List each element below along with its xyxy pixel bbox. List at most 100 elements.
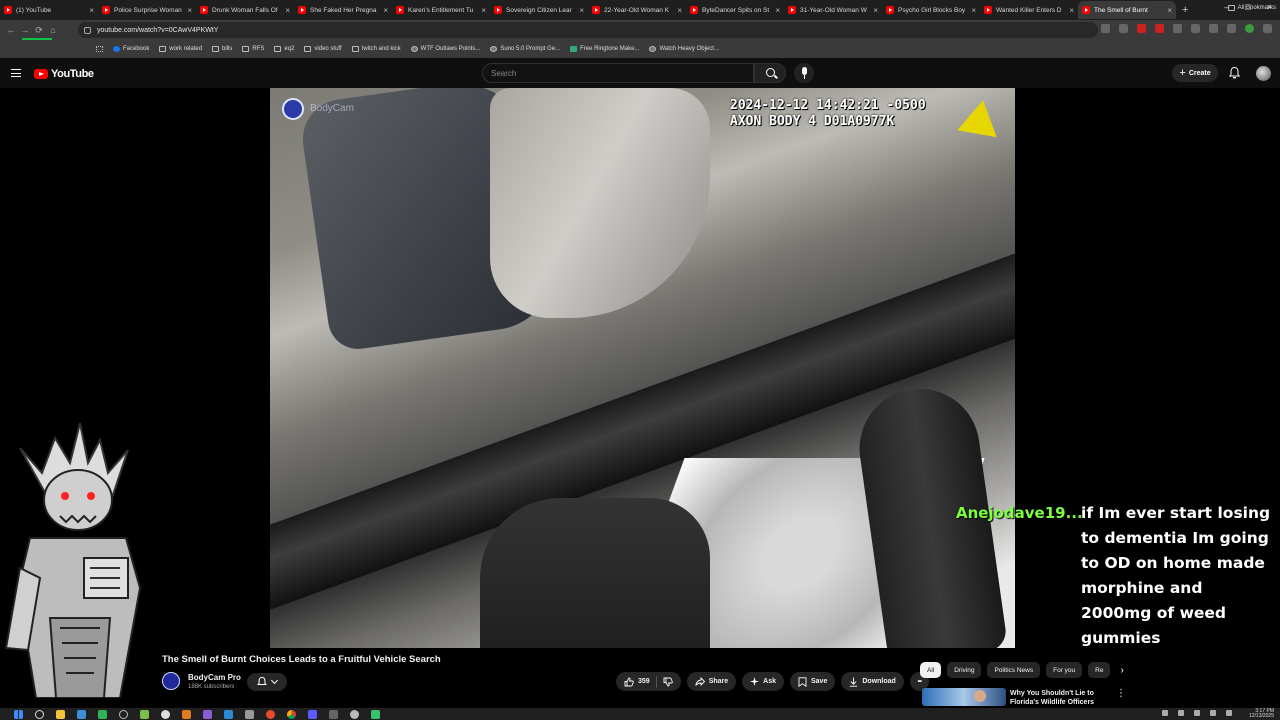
close-tab-icon[interactable]: × xyxy=(481,6,486,15)
browser-tab[interactable]: ByteDancer Spits on St × xyxy=(686,1,784,19)
filter-chip[interactable]: Re xyxy=(1088,662,1111,678)
network-icon[interactable] xyxy=(1210,710,1216,716)
bookmark-item[interactable]: Free Ringtone Make... xyxy=(570,46,639,52)
app-icon[interactable] xyxy=(224,709,233,719)
search-icon[interactable] xyxy=(35,709,44,719)
browser-tab[interactable]: The Smell of Burnt × xyxy=(1078,1,1176,19)
search-box[interactable] xyxy=(482,63,754,83)
search-button[interactable] xyxy=(754,63,786,83)
download-button[interactable]: Download xyxy=(841,672,904,691)
tray-icon[interactable] xyxy=(1178,710,1184,716)
system-clock[interactable]: 3:17 PM 12/13/2025 xyxy=(1249,709,1274,719)
recommended-video-title[interactable]: Why You Shouldn't Lie to Florida's Wildl… xyxy=(1010,689,1110,707)
app-icon[interactable] xyxy=(245,709,254,719)
bookmark-item[interactable]: Suno 5.0 Prompt Ge... xyxy=(490,46,560,52)
app-icon[interactable] xyxy=(350,709,359,719)
tab-search-icon[interactable] xyxy=(1227,24,1236,33)
guide-menu-icon[interactable] xyxy=(11,69,21,77)
extension-icon[interactable] xyxy=(1173,24,1182,33)
close-tab-icon[interactable]: × xyxy=(775,6,780,15)
bookmark-item[interactable]: Watch Heavy Object... xyxy=(649,46,719,52)
bookmark-item[interactable]: eq2 xyxy=(274,46,294,52)
browser-tab[interactable]: Psycho Girl Blocks Boy × xyxy=(882,1,980,19)
site-info-icon[interactable] xyxy=(84,26,91,34)
bookmark-star-icon[interactable] xyxy=(1119,24,1128,33)
chevron-right-icon[interactable]: › xyxy=(1120,665,1123,676)
url-text[interactable]: youtube.com/watch?v=0CAwV4PKWtY xyxy=(97,27,218,34)
home-button[interactable]: ⌂ xyxy=(46,25,60,35)
browser-tab[interactable]: 31-Year-Old Woman W × xyxy=(784,1,882,19)
app-icon[interactable] xyxy=(371,709,380,719)
filter-chip[interactable]: Politics News xyxy=(987,662,1041,678)
app-icon[interactable] xyxy=(266,709,275,719)
share-button[interactable]: Share xyxy=(686,672,737,691)
filter-chip[interactable]: For you xyxy=(1046,662,1083,678)
tray-icon[interactable] xyxy=(1194,710,1200,716)
bookmark-item[interactable]: RFS xyxy=(242,46,264,52)
bookmark-item[interactable]: video stuff xyxy=(304,46,342,52)
settings-icon[interactable] xyxy=(119,709,128,719)
bookmark-item[interactable]: WTF Outlaws Points... xyxy=(410,46,480,52)
extension-icon[interactable] xyxy=(1155,24,1164,33)
filter-chip[interactable]: Driving xyxy=(947,662,982,678)
omnibox[interactable]: youtube.com/watch?v=0CAwV4PKWtY xyxy=(78,22,1098,38)
bookmark-item[interactable]: Facebook xyxy=(113,46,149,52)
extension-icon[interactable] xyxy=(1137,24,1146,33)
app-icon[interactable] xyxy=(203,709,212,719)
like-count[interactable]: 359 xyxy=(638,678,650,685)
bookmark-item[interactable]: twitch and kick xyxy=(351,46,401,52)
channel-avatar[interactable] xyxy=(162,672,180,690)
file-explorer-icon[interactable] xyxy=(56,709,65,719)
subscription-notification-button[interactable] xyxy=(247,673,287,691)
thumbs-down-icon[interactable] xyxy=(663,677,673,687)
tray-icon[interactable] xyxy=(1162,710,1168,716)
browser-tab[interactable]: She Faked Her Pregna × xyxy=(294,1,392,19)
account-avatar[interactable] xyxy=(1256,66,1271,81)
back-button[interactable]: ← xyxy=(4,25,18,35)
app-icon[interactable] xyxy=(308,709,317,719)
browser-tab[interactable]: (1) YouTube × xyxy=(0,1,98,19)
close-tab-icon[interactable]: × xyxy=(873,6,878,15)
youtube-logo[interactable]: YouTube xyxy=(34,68,94,80)
voice-search-button[interactable] xyxy=(794,63,814,83)
bookmark-item[interactable]: bills xyxy=(212,46,232,52)
volume-icon[interactable] xyxy=(1226,710,1232,716)
create-button[interactable]: + Create xyxy=(1172,64,1218,82)
video-player[interactable]: BodyCam 2024-12-12 14:42:21 -0500 AXON B… xyxy=(270,88,1015,648)
app-icon[interactable] xyxy=(161,709,170,719)
app-icon[interactable] xyxy=(98,709,107,719)
recommended-video-menu-icon[interactable]: ⋮ xyxy=(1116,688,1126,699)
app-icon[interactable] xyxy=(77,709,86,719)
cast-icon[interactable] xyxy=(1101,24,1110,33)
recommended-video-thumbnail[interactable] xyxy=(922,688,1006,706)
browser-tab[interactable]: Police Surprise Woman × xyxy=(98,1,196,19)
browser-tab[interactable]: Wanted Killer Enters D × xyxy=(980,1,1078,19)
browser-tab[interactable]: Karen's Entitlement Tu × xyxy=(392,1,490,19)
close-tab-icon[interactable]: × xyxy=(187,6,192,15)
forward-button[interactable]: → xyxy=(18,25,32,35)
profile-icon[interactable] xyxy=(1245,24,1254,33)
reload-button[interactable]: ⟳ xyxy=(32,25,46,36)
close-tab-icon[interactable]: × xyxy=(383,6,388,15)
windows-start-icon[interactable] xyxy=(14,709,23,719)
browser-tab[interactable]: Drunk Woman Falls Of × xyxy=(196,1,294,19)
filter-chip[interactable]: All xyxy=(920,662,942,678)
close-tab-icon[interactable]: × xyxy=(285,6,290,15)
apps-grid-icon[interactable] xyxy=(96,46,103,52)
search-input[interactable] xyxy=(491,68,753,78)
sidepanel-icon[interactable] xyxy=(1209,24,1218,33)
close-tab-icon[interactable]: × xyxy=(1069,6,1074,15)
notifications-bell-icon[interactable] xyxy=(1229,67,1240,79)
channel-name[interactable]: BodyCam Pro xyxy=(188,673,241,682)
app-icon[interactable] xyxy=(140,709,149,719)
bookmark-item[interactable]: work related xyxy=(159,46,202,52)
close-tab-icon[interactable]: × xyxy=(1167,6,1172,15)
close-tab-icon[interactable]: × xyxy=(579,6,584,15)
save-button[interactable]: Save xyxy=(790,672,836,691)
close-tab-icon[interactable]: × xyxy=(971,6,976,15)
app-icon[interactable] xyxy=(329,709,338,719)
new-tab-button[interactable]: + xyxy=(1182,4,1188,16)
extensions-puzzle-icon[interactable] xyxy=(1191,24,1200,33)
ask-button[interactable]: Ask xyxy=(742,672,784,691)
chrome-icon[interactable] xyxy=(287,709,296,719)
